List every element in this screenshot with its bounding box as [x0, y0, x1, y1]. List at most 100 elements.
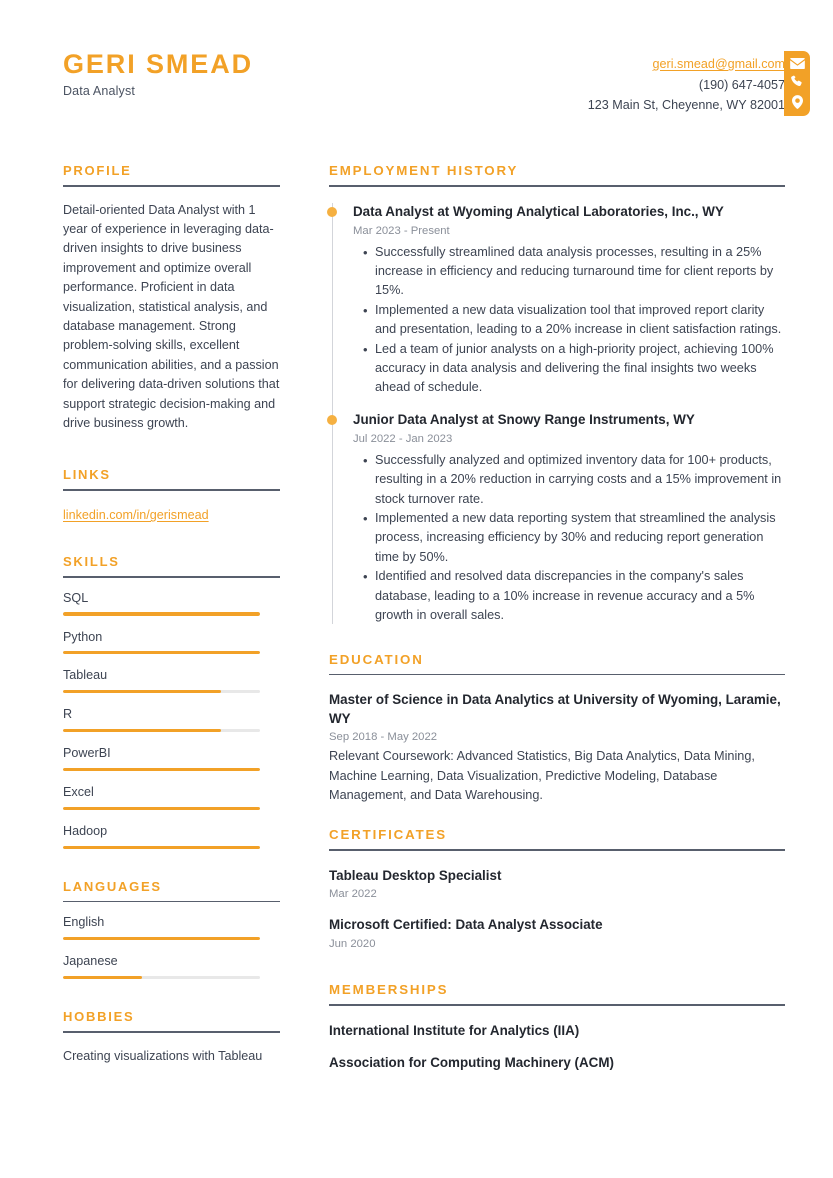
- section-education: EDUCATION Master of Science in Data Anal…: [329, 652, 785, 806]
- heading-divider: [329, 849, 785, 851]
- skill-row: Python: [63, 630, 280, 655]
- contact-phone: (190) 647-4057: [698, 77, 785, 92]
- skill-row: PowerBI: [63, 746, 280, 772]
- contact-info: geri.smead@gmail.com (190) 647-4057 123 …: [588, 54, 785, 116]
- education-date: Sep 2018 - May 2022: [329, 731, 438, 744]
- skill-row: Hadoop: [63, 824, 280, 849]
- skill-bar-fill: [63, 767, 260, 772]
- language-bar-fill: [63, 936, 260, 941]
- contact-address: 123 Main St, Cheyenne, WY 82001: [587, 98, 785, 113]
- languages-list: English Japanese: [63, 915, 280, 980]
- section-certificates: CERTIFICATES Tableau Desktop Specialist …: [329, 827, 785, 952]
- employment-date: Mar 2023 - Present: [353, 224, 450, 237]
- certificates-list: Tableau Desktop Specialist Mar 2022 Micr…: [329, 867, 785, 952]
- skill-bar-fill: [63, 806, 260, 810]
- language-bar-track: [63, 975, 260, 980]
- left-column: PROFILE Detail-oriented Data Analyst wit…: [63, 163, 280, 1066]
- education-title: Master of Science in Data Analytics at U…: [329, 692, 781, 726]
- membership-title: International Institute for Analytics (I…: [329, 1022, 580, 1038]
- skill-label: Python: [63, 629, 103, 644]
- skill-label: SQL: [63, 590, 89, 605]
- section-heading-links: LINKS: [63, 467, 111, 483]
- employment-entry: Data Analyst at Wyoming Analytical Labor…: [327, 203, 785, 398]
- language-label: English: [63, 915, 105, 930]
- skill-bar-track: [63, 767, 260, 772]
- employment-bullets: Successfully analyzed and optimized inve…: [353, 451, 785, 626]
- skill-label: Excel: [63, 785, 94, 800]
- skill-label: PowerBI: [63, 746, 111, 761]
- skill-row: R: [63, 707, 280, 733]
- hobbies-text: Creating visualizations with Tableau: [63, 1048, 263, 1063]
- contact-email[interactable]: geri.smead@gmail.com: [653, 57, 785, 71]
- skill-label: R: [63, 707, 73, 722]
- timeline-dot-icon: [327, 415, 337, 426]
- employment-bullets: Successfully streamlined data analysis p…: [353, 243, 785, 398]
- section-heading-hobbies: HOBBIES: [63, 1009, 135, 1025]
- employment-title: Data Analyst at Wyoming Analytical Labor…: [353, 203, 724, 219]
- section-heading-certificates: CERTIFICATES: [329, 827, 447, 843]
- section-heading-education: EDUCATION: [329, 651, 424, 667]
- resume-page: GERI SMEAD Data Analyst geri.smead@gmail…: [0, 0, 833, 1178]
- skill-bar-fill: [63, 689, 221, 694]
- heading-divider: [63, 576, 280, 578]
- language-label: Japanese: [63, 954, 118, 969]
- language-row: Japanese: [63, 954, 280, 980]
- skill-bar-track: [63, 689, 260, 694]
- language-bar-fill: [63, 975, 142, 980]
- employment-entry: Junior Data Analyst at Snowy Range Instr…: [327, 411, 785, 626]
- skill-row: SQL: [63, 591, 280, 616]
- certificate-entry: Microsoft Certified: Data Analyst Associ…: [329, 916, 785, 952]
- education-description: Relevant Coursework: Advanced Statistics…: [329, 749, 755, 802]
- heading-divider: [63, 1031, 280, 1033]
- list-item: Implemented a new data reporting system …: [363, 509, 785, 567]
- contact-icon-bar: [784, 51, 810, 116]
- heading-divider: [63, 185, 280, 187]
- section-profile: PROFILE Detail-oriented Data Analyst wit…: [63, 163, 280, 433]
- employment-timeline: Data Analyst at Wyoming Analytical Labor…: [327, 202, 785, 626]
- links-list: linkedin.com/in/gerismead: [63, 506, 280, 524]
- education-entry: Master of Science in Data Analytics at U…: [329, 691, 785, 805]
- skill-row: Excel: [63, 785, 280, 810]
- section-skills: SKILLS SQL Python Tableau R PowerBI Exce…: [63, 554, 280, 849]
- skill-bar-fill: [63, 612, 260, 616]
- skill-bar-track: [63, 612, 260, 616]
- employment-title: Junior Data Analyst at Snowy Range Instr…: [353, 411, 695, 427]
- certificate-date: Mar 2022: [329, 888, 377, 901]
- language-bar-track: [63, 936, 260, 941]
- section-memberships: MEMBERSHIPS International Institute for …: [329, 982, 785, 1073]
- envelope-icon: [789, 58, 805, 70]
- heading-divider: [329, 185, 785, 187]
- certificate-entry: Tableau Desktop Specialist Mar 2022: [329, 867, 785, 903]
- skill-bar-track: [63, 651, 260, 655]
- skills-list: SQL Python Tableau R PowerBI Excel Hadoo…: [63, 591, 280, 849]
- profile-text: Detail-oriented Data Analyst with 1 year…: [63, 202, 280, 431]
- certificate-title: Tableau Desktop Specialist: [329, 867, 502, 883]
- membership-entry: International Institute for Analytics (I…: [329, 1022, 785, 1041]
- heading-divider: [329, 673, 785, 676]
- skill-bar-fill: [63, 728, 221, 733]
- certificate-date: Jun 2020: [329, 937, 376, 950]
- list-item: Implemented a new data visualization too…: [363, 301, 785, 340]
- section-heading-languages: LANGUAGES: [63, 878, 162, 894]
- resume-header: GERI SMEAD Data Analyst geri.smead@gmail…: [0, 0, 833, 150]
- page-title: GERI SMEAD: [63, 49, 254, 79]
- skill-bar-track: [63, 728, 260, 733]
- skill-bar-track: [63, 845, 260, 849]
- identity-block: GERI SMEAD Data Analyst: [63, 49, 253, 98]
- section-hobbies: HOBBIES Creating visualizations with Tab…: [63, 1009, 280, 1066]
- section-heading-profile: PROFILE: [63, 163, 132, 178]
- location-pin-icon: [791, 94, 803, 109]
- membership-entry: Association for Computing Machinery (ACM…: [329, 1054, 785, 1073]
- section-heading-memberships: MEMBERSHIPS: [329, 981, 449, 997]
- list-item: Led a team of junior analysts on a high-…: [363, 340, 785, 398]
- section-languages: LANGUAGES English Japanese: [63, 878, 280, 980]
- section-heading-employment: EMPLOYMENT HISTORY: [329, 163, 519, 178]
- heading-divider: [329, 1003, 785, 1006]
- link-item-linkedin[interactable]: linkedin.com/in/gerismead: [63, 508, 209, 522]
